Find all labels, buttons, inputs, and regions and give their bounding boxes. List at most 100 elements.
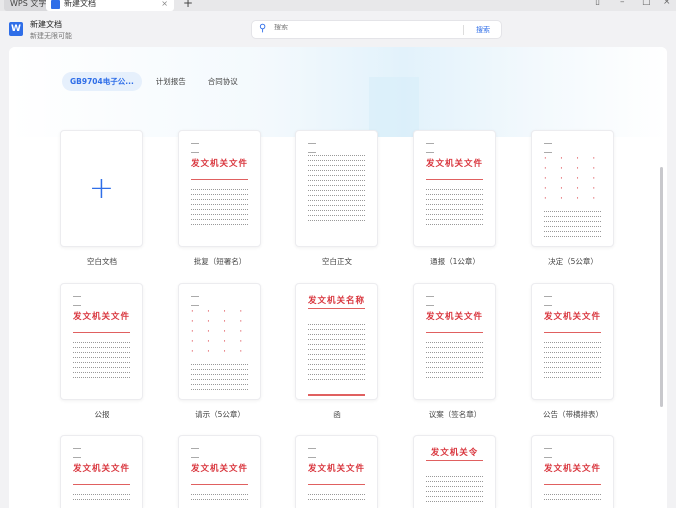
text-line [191,389,248,390]
template-card[interactable]: 发文机关名称 [295,283,378,400]
template-label[interactable]: 决定（5公章） [518,256,628,267]
text-line [308,205,365,206]
text-line [73,347,130,348]
text-line [544,236,601,237]
restore-icon[interactable]: ▯ [595,0,600,7]
header-marks [308,143,316,153]
text-line [308,354,365,355]
text-line [426,481,483,482]
template-card[interactable]: 发文机关文件 [60,283,143,400]
maximize-button[interactable]: □ [642,0,651,7]
header-marks [191,143,199,153]
text-line [191,369,248,370]
text-line [308,364,365,365]
red-rule [308,484,365,485]
text-line [73,367,130,368]
search-bar: ⚲ 搜索 [251,20,502,39]
plus-icon: + [88,171,115,206]
template-card[interactable]: 发文机关文件 [60,435,143,508]
template-label[interactable]: 批复（短署名） [165,256,275,267]
text-line [73,352,130,353]
text-line [426,194,483,195]
template-card[interactable]: 发文机关文件 [531,435,614,508]
template-card[interactable]: 发文机关令 [413,435,496,508]
template-label[interactable]: 空白文档 [47,256,157,267]
template-card[interactable]: · · · · · · · · · · · · · · · · · · · · [178,283,261,400]
template-card[interactable]: 发文机关文件 [531,283,614,400]
tab-new-document[interactable]: 新建文档 × [46,0,174,11]
template-card[interactable]: 发文机关文件 [413,130,496,247]
text-line [426,486,483,487]
close-tab-icon[interactable]: × [161,0,168,11]
text-line [544,362,601,363]
text-line [426,214,483,215]
text-line [544,216,601,217]
template-label[interactable]: 公报 [47,409,157,420]
template-card[interactable]: 发文机关文件 [295,435,378,508]
text-line [73,342,130,343]
red-title-line: · · · · [191,318,248,325]
close-window-button[interactable]: × [663,0,671,7]
text-line [426,347,483,348]
header-marks [426,296,434,306]
template-card[interactable]: · · · · · · · · · · · · · · · · · · · · [531,130,614,247]
minimize-button[interactable]: – [620,0,625,7]
text-line [426,209,483,210]
page-title: 新建文档 [30,20,62,29]
red-rule [426,460,483,461]
new-tab-button[interactable]: + [183,0,193,10]
header-marks [191,296,199,306]
text-line [544,347,601,348]
scrollbar[interactable] [660,167,663,407]
text-line [308,210,365,211]
text-line [191,194,248,195]
text-line [73,377,130,378]
template-label[interactable]: 请示（5公章） [165,409,275,420]
header-marks [73,448,81,458]
header-marks [544,296,552,306]
category-tab-plan-report[interactable]: 计划报告 [148,72,194,91]
text-line [426,377,483,378]
red-rule [308,308,365,309]
text-line [308,334,365,335]
text-line [73,357,130,358]
text-line [191,494,248,495]
template-card[interactable] [295,130,378,247]
template-label[interactable]: 空白正文 [282,256,392,267]
text-line [308,359,365,360]
template-thumb-title: 发文机关文件 [307,464,365,474]
text-line [308,185,365,186]
header-marks [544,143,552,153]
text-line [426,476,483,477]
text-line [544,494,601,495]
template-label[interactable]: 通报（1公章） [400,256,510,267]
template-card[interactable]: 发文机关文件 [178,435,261,508]
red-rule [191,484,248,485]
template-card[interactable]: 发文机关文件 [178,130,261,247]
template-label[interactable]: 议案（签名章） [400,409,510,420]
search-button[interactable]: 搜索 [463,25,490,35]
app-logo: W [9,22,23,36]
category-tab-gb9704[interactable]: GB9704电子公... [62,72,142,91]
text-line [544,377,601,378]
text-line [191,384,248,385]
text-line [308,329,365,330]
red-rule [308,394,365,396]
category-tab-contract[interactable]: 合同协议 [200,72,246,91]
text-line [191,364,248,365]
red-rule [544,484,601,485]
text-line [544,372,601,373]
text-line [426,219,483,220]
red-rule [544,332,601,333]
banner-decoration [369,77,419,137]
search-input[interactable] [274,24,454,31]
template-card[interactable]: + [60,130,143,247]
template-label[interactable]: 函 [282,409,392,420]
template-thumb-title: 发文机关文件 [72,312,130,322]
text-line [426,342,483,343]
text-line [191,204,248,205]
text-line [426,352,483,353]
template-label[interactable]: 公告（带横排表） [518,409,628,420]
text-line [73,372,130,373]
template-card[interactable]: 发文机关文件 [413,283,496,400]
